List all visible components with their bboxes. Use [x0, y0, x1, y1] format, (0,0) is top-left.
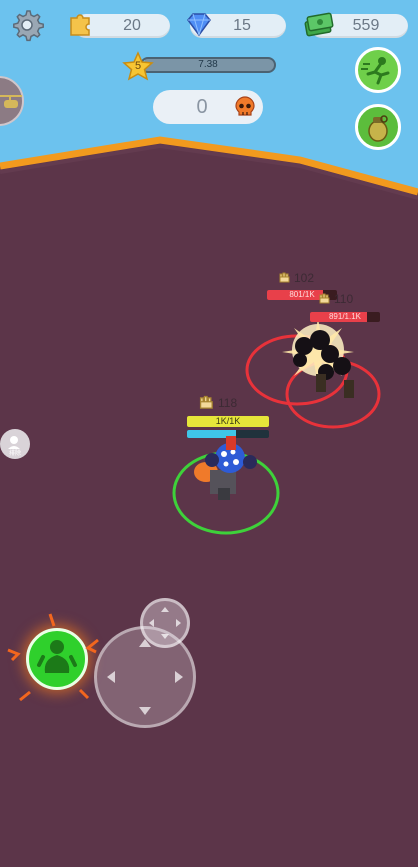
- thumb-arrows-icon: [149, 607, 181, 639]
- player-character: [194, 436, 257, 500]
- joystick-thumb[interactable]: [140, 598, 190, 648]
- flame-effect: [7, 613, 99, 702]
- player-area: [172, 436, 280, 535]
